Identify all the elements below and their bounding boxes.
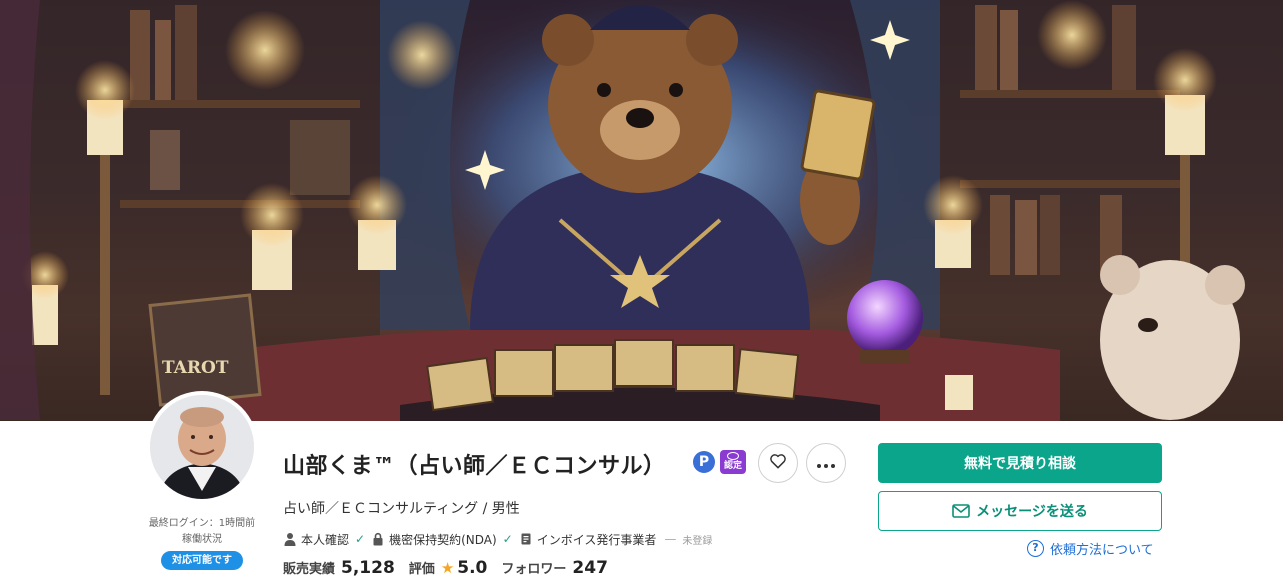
last-login-text: 最終ログイン：1時間前	[148, 518, 256, 529]
check-icon: ✓	[502, 532, 513, 546]
how-to-request-label: 依頼方法について	[1050, 543, 1154, 558]
verification-label: インボイス発行事業者	[536, 532, 657, 547]
heart-icon	[768, 451, 788, 475]
certified-badge-label: 認定	[723, 461, 742, 471]
verification-invoice: インボイス発行事業者 — 未登録	[519, 531, 713, 548]
profile-banner: TAROT	[0, 0, 1283, 421]
verification-status: 未登録	[682, 535, 713, 547]
pro-badge-icon[interactable]: P	[693, 451, 715, 473]
sales-label: 販売実績	[283, 562, 336, 577]
verification-nda: 機密保持契約(NDA) ✓	[371, 531, 513, 548]
more-options-button[interactable]	[806, 443, 846, 483]
lock-icon	[371, 532, 385, 546]
send-message-label: メッセージを送る	[976, 504, 1088, 520]
profile-subtitle: 占い師／ＥＣコンサルティング / 男性	[283, 501, 520, 517]
banner-illustration: TAROT	[0, 0, 1283, 421]
document-icon	[519, 532, 533, 546]
avatar[interactable]	[146, 391, 258, 503]
check-icon: ✓	[355, 532, 366, 546]
verification-label: 本人確認	[301, 532, 350, 547]
tarot-book-label: TAROT	[162, 358, 229, 378]
favorite-button[interactable]	[758, 443, 798, 483]
mail-icon	[952, 504, 970, 518]
verification-identity: 本人確認 ✓	[283, 531, 365, 548]
star-icon: ★	[440, 559, 455, 577]
ellipsis-icon	[816, 454, 836, 473]
availability-label: 稼働状況	[182, 534, 222, 545]
verification-label: 機密保持契約(NDA)	[389, 532, 497, 547]
rating-label: 評価	[408, 562, 435, 577]
availability-badge: 対応可能です	[161, 551, 243, 570]
free-estimate-button[interactable]: 無料で見積り相談	[878, 443, 1162, 483]
sales-value: 5,128	[341, 558, 395, 578]
question-icon: ?	[1027, 540, 1044, 557]
certified-badge-icon[interactable]: 認定	[720, 450, 746, 474]
followers-value[interactable]: 247	[572, 558, 608, 578]
followers-label: フォロワー	[501, 562, 567, 577]
rating-value[interactable]: 5.0	[457, 558, 487, 578]
dash-icon: —	[664, 532, 677, 546]
how-to-request-link[interactable]: ? 依頼方法について	[1027, 539, 1154, 558]
person-icon	[283, 532, 297, 546]
profile-name: 山部くま™（占い師／ＥＣコンサル）	[283, 454, 666, 479]
profile-stats: 販売実績 5,128 評価 ★ 5.0 フォロワー 247	[283, 558, 622, 578]
avatar-photo	[150, 395, 254, 499]
verification-list: 本人確認 ✓ 機密保持契約(NDA) ✓ インボイス発行事業者 — 未登録	[283, 530, 718, 548]
send-message-button[interactable]: メッセージを送る	[878, 491, 1162, 531]
